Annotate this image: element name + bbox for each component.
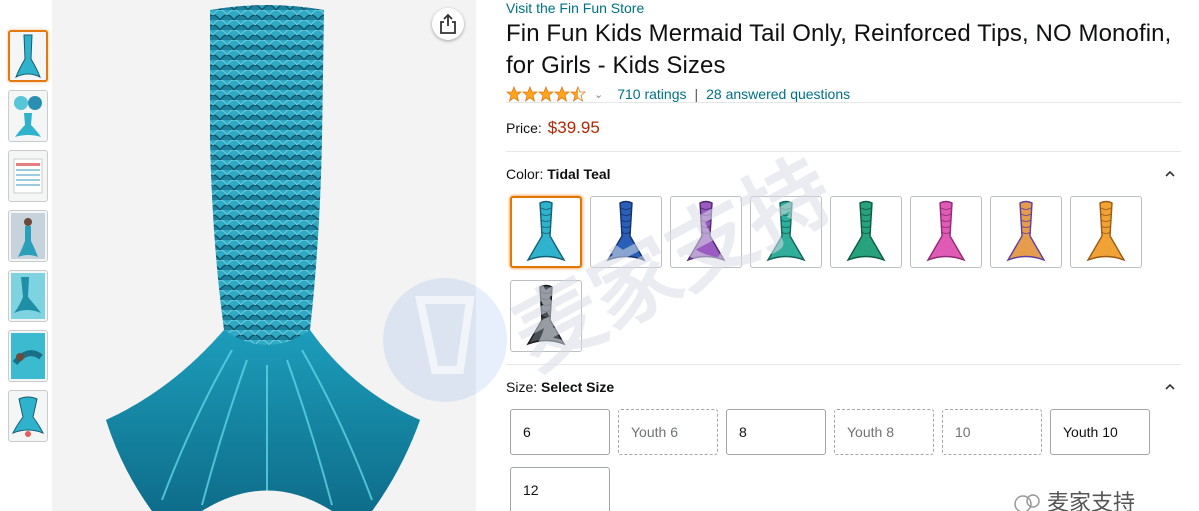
share-icon xyxy=(440,14,456,34)
color-swatch-pink[interactable] xyxy=(910,196,982,268)
mermaid-tail-icon xyxy=(526,284,566,346)
color-swatch-tidal-teal[interactable] xyxy=(510,196,582,268)
stars-icon xyxy=(506,86,586,102)
mermaid-tail-thumbnail-icon xyxy=(11,396,45,437)
size-option[interactable]: 6 xyxy=(510,409,610,455)
price-row: Price: $39.95 xyxy=(506,118,600,138)
answered-questions-link[interactable]: 28 answered questions xyxy=(706,86,850,102)
divider xyxy=(506,151,1181,152)
pool-thumbnail-icon xyxy=(11,333,45,379)
rating-separator: | xyxy=(694,86,699,102)
divider xyxy=(506,102,1181,103)
product-info: Visit the Fin Fun Store Fin Fun Kids Mer… xyxy=(506,0,1186,104)
color-label-prefix: Color: xyxy=(506,166,544,182)
store-link[interactable]: Visit the Fin Fun Store xyxy=(506,0,1186,16)
mermaid-tail-icon xyxy=(606,200,646,262)
size-label: Size: Select Size xyxy=(506,379,614,395)
share-button[interactable] xyxy=(432,8,464,40)
mermaid-tail-icon xyxy=(686,200,726,262)
size-option[interactable]: Youth 8 xyxy=(834,409,934,455)
underwater-thumbnail-icon xyxy=(11,273,45,319)
mermaid-tail-image xyxy=(106,5,420,511)
price-value: $39.95 xyxy=(547,118,600,137)
thumbnail-strip xyxy=(8,30,48,450)
thumbnail-6[interactable] xyxy=(8,330,48,382)
corner-watermark-text: 麦家支持 xyxy=(1047,491,1135,511)
star-rating[interactable]: ⌄ xyxy=(506,86,617,102)
chevron-down-icon[interactable]: ⌄ xyxy=(594,88,603,101)
mermaid-tail-thumbnail-icon xyxy=(14,96,42,137)
thumbnail-4[interactable] xyxy=(8,210,48,262)
color-swatch-aqua-green[interactable] xyxy=(750,196,822,268)
size-option[interactable]: 12 xyxy=(510,467,610,511)
size-option[interactable]: 8 xyxy=(726,409,826,455)
corner-watermark: 麦家支持 xyxy=(1014,491,1135,511)
size-option[interactable]: Youth 6 xyxy=(618,409,718,455)
thumbnail-5[interactable] xyxy=(8,270,48,322)
color-swatch-purple[interactable] xyxy=(670,196,742,268)
size-chart-thumbnail-icon xyxy=(13,158,43,194)
product-title: Fin Fun Kids Mermaid Tail Only, Reinforc… xyxy=(506,20,1172,79)
thumbnail-7[interactable] xyxy=(8,390,48,442)
mermaid-tail-thumbnail-icon xyxy=(15,34,41,79)
model-thumbnail-icon xyxy=(11,213,45,259)
divider xyxy=(506,364,1181,365)
color-selected-value: Tidal Teal xyxy=(547,166,611,182)
mermaid-tail-icon xyxy=(926,200,966,262)
size-option[interactable]: Youth 10 xyxy=(1050,409,1150,455)
color-swatch-gold[interactable] xyxy=(1070,196,1142,268)
price-label: Price: xyxy=(506,120,542,136)
size-selected-value: Select Size xyxy=(541,379,615,395)
rating-row: ⌄ 710 ratings | 28 answered questions xyxy=(506,84,1186,104)
size-option[interactable]: 10 xyxy=(942,409,1042,455)
thumbnail-2[interactable] xyxy=(8,90,48,142)
thumbnail-1[interactable] xyxy=(8,30,48,82)
color-swatch-rainbow[interactable] xyxy=(990,196,1062,268)
color-swatch-royal-blue[interactable] xyxy=(590,196,662,268)
ratings-link[interactable]: 710 ratings xyxy=(617,86,686,102)
main-product-image[interactable] xyxy=(52,0,476,511)
collapse-color-icon[interactable] xyxy=(1164,168,1176,180)
collapse-size-icon[interactable] xyxy=(1164,381,1176,393)
mermaid-tail-icon xyxy=(1086,200,1126,262)
size-label-prefix: Size: xyxy=(506,379,538,395)
color-swatch-black[interactable] xyxy=(510,280,582,352)
color-label: Color: Tidal Teal xyxy=(506,166,611,182)
color-swatch-emerald[interactable] xyxy=(830,196,902,268)
mermaid-tail-icon xyxy=(846,200,886,262)
mermaid-tail-icon xyxy=(1006,200,1046,262)
mermaid-tail-icon xyxy=(766,200,806,262)
thumbnail-3[interactable] xyxy=(8,150,48,202)
mermaid-tail-icon xyxy=(526,200,566,262)
